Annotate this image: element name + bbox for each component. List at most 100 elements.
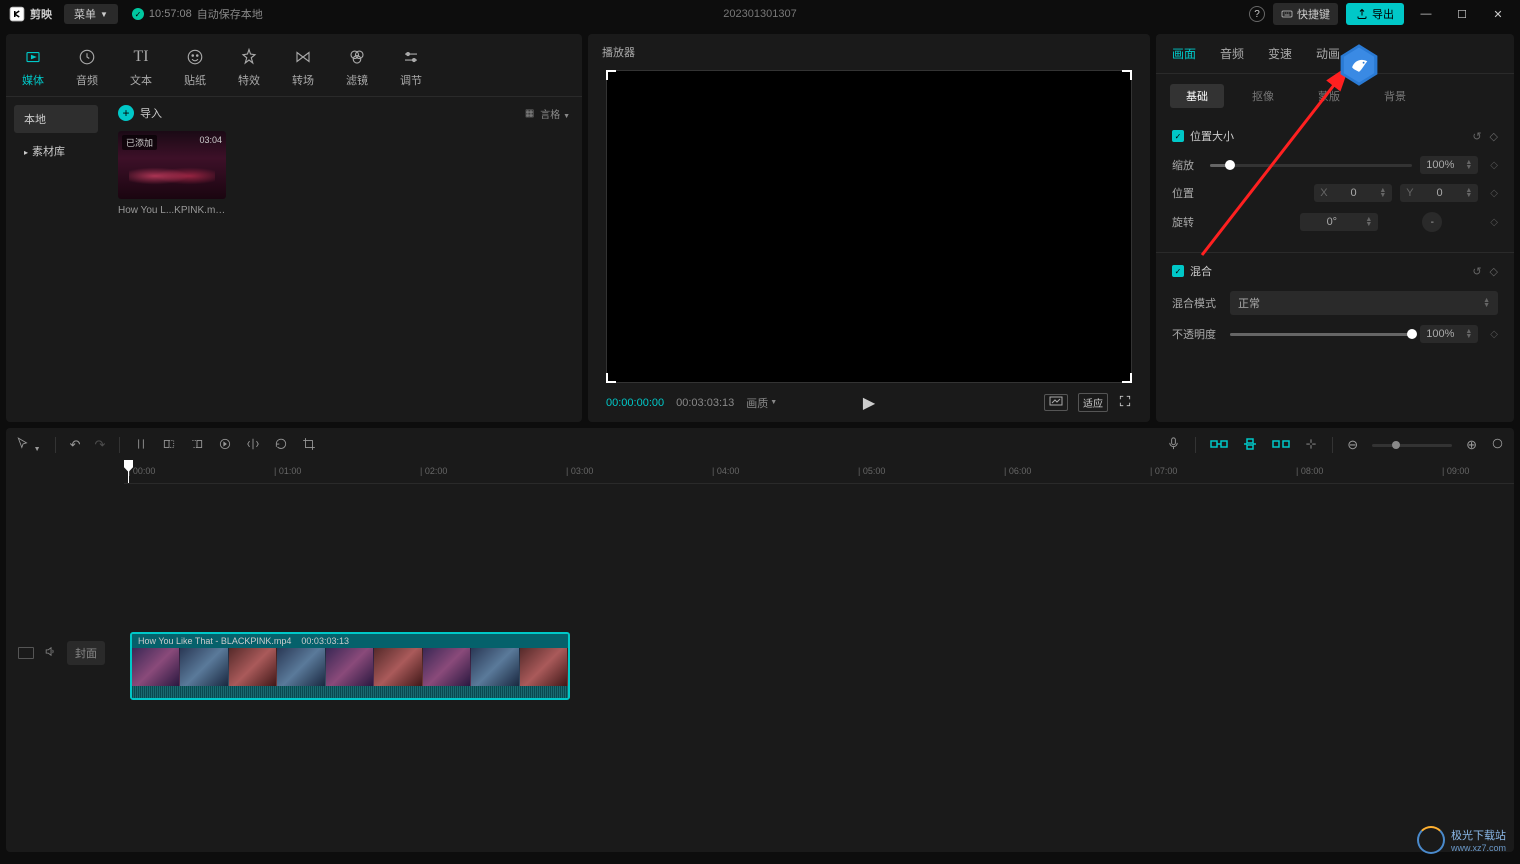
media-thumbnail[interactable]: 已添加 03:04 How You L...KPINK.mp4 xyxy=(118,131,226,216)
ratio-icon[interactable] xyxy=(1044,394,1068,411)
ruler-tick: | 07:00 xyxy=(1150,466,1177,476)
export-button[interactable]: 导出 xyxy=(1346,3,1404,25)
adjust-icon xyxy=(402,46,420,68)
crop-icon[interactable] xyxy=(302,437,316,454)
import-button[interactable]: + 导入 xyxy=(118,105,162,121)
rotation-keyframe-icon[interactable]: ◇ xyxy=(1490,217,1498,228)
player-viewport[interactable] xyxy=(606,70,1132,383)
keyframe-icon[interactable]: ◇ xyxy=(1490,265,1498,278)
rotate-icon[interactable] xyxy=(274,437,288,454)
zoom-in-icon[interactable]: ⊕ xyxy=(1466,437,1477,453)
scale-slider[interactable] xyxy=(1210,164,1412,167)
project-name: 202301301307 xyxy=(723,8,796,20)
maximize-button[interactable]: ☐ xyxy=(1448,8,1476,21)
position-x-input[interactable]: X0▲▼ xyxy=(1314,184,1392,202)
tab-transition[interactable]: 转场 xyxy=(276,42,330,92)
text-icon: TI xyxy=(133,46,148,68)
mirror-icon[interactable] xyxy=(246,437,260,454)
subtab-basic[interactable]: 基础 xyxy=(1170,84,1224,108)
preview-cut-icon[interactable] xyxy=(1304,437,1318,454)
split-icon[interactable] xyxy=(134,437,148,454)
close-button[interactable]: ✕ xyxy=(1484,8,1512,21)
playhead[interactable] xyxy=(128,462,129,483)
opacity-keyframe-icon[interactable]: ◇ xyxy=(1490,329,1498,340)
reset-icon[interactable]: ↺ xyxy=(1472,265,1481,278)
redo-icon[interactable]: ↷ xyxy=(94,437,105,453)
clip-duration: 00:03:03:13 xyxy=(301,636,349,646)
timeline-toolbar: ▼ ↶ ↷ ⊖ ⊕ xyxy=(6,428,1514,462)
undo-icon[interactable]: ↶ xyxy=(70,437,81,453)
player-panel: 播放器 00:00:00:00 00:03:03:13 画质▼ ▶ 适应 xyxy=(588,34,1150,422)
cursor-tool-icon[interactable]: ▼ xyxy=(16,437,41,454)
tab-text[interactable]: TI文本 xyxy=(114,42,168,92)
insp-tab-speed[interactable]: 变速 xyxy=(1266,41,1294,66)
scale-keyframe-icon[interactable]: ◇ xyxy=(1490,160,1498,171)
position-size-checkbox[interactable]: ✓ xyxy=(1172,130,1184,142)
inspector-subtabs: 基础 抠像 蒙版 背景 xyxy=(1156,74,1514,118)
mute-track-icon[interactable] xyxy=(44,645,57,661)
ruler-tick: | 03:00 xyxy=(566,466,593,476)
minimize-button[interactable]: — xyxy=(1412,8,1440,20)
cover-button[interactable]: 封面 xyxy=(67,641,105,665)
zoom-out-icon[interactable]: ⊖ xyxy=(1347,437,1358,453)
tab-adjust[interactable]: 调节 xyxy=(384,42,438,92)
tab-audio[interactable]: 音频 xyxy=(60,42,114,92)
opacity-slider[interactable] xyxy=(1230,333,1412,336)
magnet-track-icon[interactable] xyxy=(1242,438,1258,453)
quality-dropdown[interactable]: 画质▼ xyxy=(746,395,777,411)
sidebar-local[interactable]: 本地 xyxy=(14,105,98,133)
mic-icon[interactable] xyxy=(1166,436,1181,454)
timeline-ruler[interactable]: | 00:00| 01:00| 02:00| 03:00| 04:00| 05:… xyxy=(124,462,1514,484)
blend-checkbox[interactable]: ✓ xyxy=(1172,265,1184,277)
subtab-cutout[interactable]: 抠像 xyxy=(1236,84,1290,108)
reverse-icon[interactable] xyxy=(218,437,232,454)
sidebar-library[interactable]: ▸素材库 xyxy=(14,137,98,165)
crop-left-icon[interactable] xyxy=(162,437,176,454)
keyboard-icon xyxy=(1281,8,1293,20)
blend-mode-row: 混合模式 正常▲▼ xyxy=(1172,291,1498,315)
opacity-row: 不透明度 100%▲▼ ◇ xyxy=(1172,325,1498,343)
shortcut-button[interactable]: 快捷键 xyxy=(1273,3,1338,25)
logo-icon xyxy=(8,5,26,23)
transition-icon xyxy=(294,46,312,68)
chevron-down-icon: ▼ xyxy=(100,10,108,19)
insp-tab-audio[interactable]: 音频 xyxy=(1218,41,1246,66)
flip-button[interactable]: - xyxy=(1422,212,1442,232)
fullscreen-icon[interactable] xyxy=(1118,394,1132,411)
position-keyframe-icon[interactable]: ◇ xyxy=(1490,188,1498,199)
grid-view-icon[interactable]: ▦ xyxy=(525,108,534,119)
plus-icon: + xyxy=(118,105,134,121)
rotation-input[interactable]: 0°▲▼ xyxy=(1300,213,1378,231)
position-y-input[interactable]: Y0▲▼ xyxy=(1400,184,1478,202)
insp-tab-picture[interactable]: 画面 xyxy=(1170,41,1198,66)
play-button[interactable]: ▶ xyxy=(863,393,875,413)
source-tabs: 媒体 音频 TI文本 贴纸 特效 转场 滤镜 调节 xyxy=(6,34,582,97)
crop-right-icon[interactable] xyxy=(190,437,204,454)
tracks-area[interactable]: How You Like That - BLACKPINK.mp4 00:03:… xyxy=(124,484,1514,852)
tab-filter[interactable]: 滤镜 xyxy=(330,42,384,92)
lock-track-icon[interactable] xyxy=(18,647,34,659)
scale-row: 缩放 100%▲▼ ◇ xyxy=(1172,156,1498,174)
blend-mode-select[interactable]: 正常▲▼ xyxy=(1230,291,1498,315)
keyframe-icon[interactable]: ◇ xyxy=(1490,130,1498,143)
tab-media[interactable]: 媒体 xyxy=(6,42,60,92)
section-title: 位置大小 xyxy=(1190,128,1234,144)
ruler-tick: | 06:00 xyxy=(1004,466,1031,476)
ruler-tick: | 09:00 xyxy=(1442,466,1469,476)
zoom-fit-icon[interactable] xyxy=(1491,437,1504,453)
magnet-main-icon[interactable] xyxy=(1210,438,1228,453)
help-icon[interactable]: ? xyxy=(1249,6,1265,22)
reset-icon[interactable]: ↺ xyxy=(1472,130,1481,143)
link-icon[interactable] xyxy=(1272,438,1290,453)
video-clip[interactable]: How You Like That - BLACKPINK.mp4 00:03:… xyxy=(130,632,570,700)
fit-button[interactable]: 适应 xyxy=(1078,393,1108,412)
timeline-zoom-slider[interactable] xyxy=(1372,444,1452,447)
menu-button[interactable]: 菜单 ▼ xyxy=(64,4,118,24)
player-title: 播放器 xyxy=(588,34,1150,70)
scale-value[interactable]: 100%▲▼ xyxy=(1420,156,1478,174)
opacity-value[interactable]: 100%▲▼ xyxy=(1420,325,1478,343)
tab-effects[interactable]: 特效 xyxy=(222,42,276,92)
blend-section: ✓ 混合 ↺◇ 混合模式 正常▲▼ 不透明度 100%▲▼ ◇ xyxy=(1156,252,1514,363)
tab-sticker[interactable]: 贴纸 xyxy=(168,42,222,92)
style-dropdown[interactable]: 言格 ▼ xyxy=(540,106,570,121)
